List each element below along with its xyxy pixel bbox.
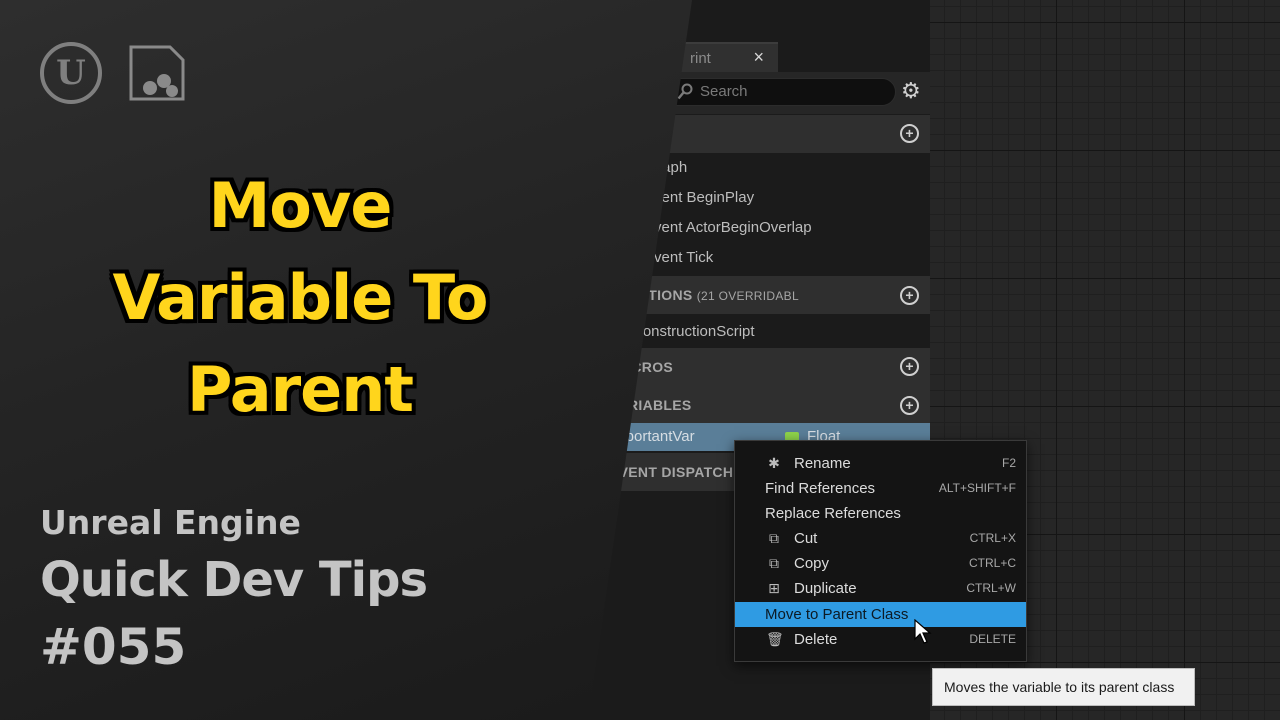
function-item-label: ConstructionScript [632, 323, 755, 340]
search-input[interactable]: Search [660, 78, 896, 106]
menu-item-move-to-parent-class[interactable]: Move to Parent Class [735, 602, 1026, 627]
episode-number: #055 [40, 618, 187, 676]
subtitle-engine: Unreal Engine [40, 503, 301, 542]
unreal-engine-logo-icon: U [40, 42, 102, 104]
menu-item-duplicate[interactable]: ⊞ Duplicate CTRL+W [735, 576, 1026, 601]
gear-icon[interactable]: ⚙ [901, 80, 921, 102]
search-placeholder: Search [700, 83, 748, 100]
add-variable-icon[interactable]: + [900, 396, 919, 415]
menu-item-find-references[interactable]: Find References ALT+SHIFT+F [735, 476, 1026, 501]
context-menu: ✱ Rename F2 Find References ALT+SHIFT+F … [734, 440, 1027, 662]
graph-item-label: Event ActorBeginOverlap [644, 219, 812, 236]
copy-icon: ⧉ [769, 555, 779, 571]
close-icon[interactable]: × [753, 47, 764, 68]
menu-item-rename[interactable]: ✱ Rename F2 [735, 451, 1026, 476]
headline: Move Variable To Parent [30, 160, 570, 436]
add-function-icon[interactable]: + [900, 286, 919, 305]
duplicate-icon: ⊞ [768, 580, 780, 596]
section-variables[interactable]: ∨ VARIABLES [585, 386, 930, 424]
tooltip: Moves the variable to its parent class [932, 668, 1195, 706]
headline-line: Variable To [112, 261, 488, 334]
rename-icon: ✱ [768, 455, 780, 471]
menu-item-replace-references[interactable]: Replace References [735, 501, 1026, 526]
section-title: EVENT DISPATCHI [609, 464, 738, 480]
headline-line: Parent [186, 353, 414, 426]
mouse-cursor-icon [914, 619, 932, 644]
add-graph-icon[interactable]: + [900, 124, 919, 143]
menu-item-copy[interactable]: ⧉ Copy CTRL+C [735, 551, 1026, 576]
subtitle-series: Quick Dev Tips [40, 552, 428, 608]
menu-item-cut[interactable]: ⧉ Cut CTRL+X [735, 526, 1026, 551]
blueprint-logo-icon [129, 45, 185, 101]
headline-line: Move [208, 169, 393, 242]
delete-icon: 🗑 [766, 631, 784, 647]
tab-label: rint [690, 50, 711, 67]
add-macro-icon[interactable]: + [900, 357, 919, 376]
cut-icon: ⧉ [769, 530, 779, 546]
menu-item-delete[interactable]: 🗑 Delete DELETE [735, 627, 1026, 652]
